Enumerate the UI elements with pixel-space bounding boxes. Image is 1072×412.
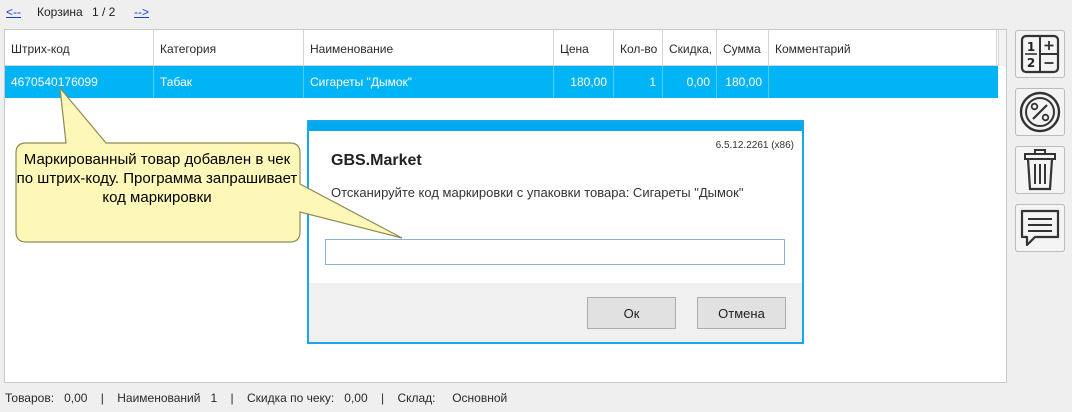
marking-code-dialog: 6.5.12.2261 (x86) GBS.Market Отсканируйт… xyxy=(307,120,804,344)
names-count-value: 1 xyxy=(210,391,218,405)
cell-name: Сигареты "Дымок" xyxy=(304,66,554,98)
comment-button[interactable] xyxy=(1015,204,1065,252)
cancel-button[interactable]: Отмена xyxy=(697,297,786,329)
discount-percent-icon xyxy=(1018,90,1062,134)
calculator-button[interactable]: 1 2 xyxy=(1015,30,1065,78)
names-count-label: Наименований xyxy=(117,391,201,405)
status-separator: | xyxy=(380,391,385,405)
cell-discount: 0,00 xyxy=(663,66,717,98)
dialog-accent-bar xyxy=(309,122,802,131)
marking-code-input[interactable] xyxy=(325,239,785,265)
column-header-barcode[interactable]: Штрих-код xyxy=(5,30,154,66)
svg-text:1: 1 xyxy=(1027,40,1035,54)
column-header-sum[interactable]: Сумма xyxy=(717,30,769,66)
grid-header: Штрих-код Категория Наименование Цена Ко… xyxy=(5,30,1006,66)
prev-cart-link[interactable]: <-- xyxy=(6,5,21,19)
column-header-category[interactable]: Категория xyxy=(154,30,304,66)
dialog-message: Отсканируйте код маркировки с упаковки т… xyxy=(331,185,744,200)
receipt-discount-label: Скидка по чеку: xyxy=(246,391,335,405)
cell-category: Табак xyxy=(154,66,304,98)
dialog-footer: Ок Отмена xyxy=(309,283,802,342)
items-count-value: 0,00 xyxy=(64,391,88,405)
status-separator: | xyxy=(100,391,104,405)
receipt-discount-value: 0,00 xyxy=(344,391,368,405)
status-bar: Товаров: 0,00 | Наименований 1 | Скидка … xyxy=(5,391,507,405)
status-separator: | xyxy=(230,391,234,405)
ok-button[interactable]: Ок xyxy=(587,297,676,329)
app-window: <-- Корзина 1 / 2 --> Штрих-код Категори… xyxy=(0,0,1072,412)
column-header-qty[interactable]: Кол-во xyxy=(614,30,663,66)
app-version: 6.5.12.2261 (x86) xyxy=(715,140,794,151)
calculator-icon: 1 2 xyxy=(1019,33,1061,75)
cart-navigation: <-- Корзина 1 / 2 --> xyxy=(0,0,1072,24)
column-header-price[interactable]: Цена xyxy=(554,30,614,66)
column-header-comment[interactable]: Комментарий xyxy=(769,30,997,66)
warehouse-value: Основной xyxy=(452,391,508,405)
cell-barcode: 4670540176099 xyxy=(5,66,154,98)
discount-button[interactable] xyxy=(1015,88,1065,136)
cell-price: 180,00 xyxy=(554,66,614,98)
warehouse-label: Склад: xyxy=(397,391,436,405)
cell-comment xyxy=(769,66,998,98)
column-header-discount[interactable]: Скидка, xyxy=(663,30,717,66)
dialog-title: GBS.Market xyxy=(331,152,422,169)
next-cart-link[interactable]: --> xyxy=(134,5,149,19)
table-row[interactable]: 4670540176099 Табак Сигареты "Дымок" 180… xyxy=(5,66,998,98)
trash-icon xyxy=(1022,148,1058,192)
column-header-name[interactable]: Наименование xyxy=(304,30,554,66)
delete-item-button[interactable] xyxy=(1015,146,1065,194)
svg-text:2: 2 xyxy=(1027,56,1035,70)
cart-label: Корзина xyxy=(37,5,83,19)
grid-scrollbar[interactable] xyxy=(998,30,1006,66)
cell-qty: 1 xyxy=(614,66,663,98)
cell-sum: 180,00 xyxy=(717,66,769,98)
cart-page-indicator: 1 / 2 xyxy=(92,5,116,19)
items-count-label: Товаров: xyxy=(5,391,55,405)
comment-icon xyxy=(1018,206,1062,250)
